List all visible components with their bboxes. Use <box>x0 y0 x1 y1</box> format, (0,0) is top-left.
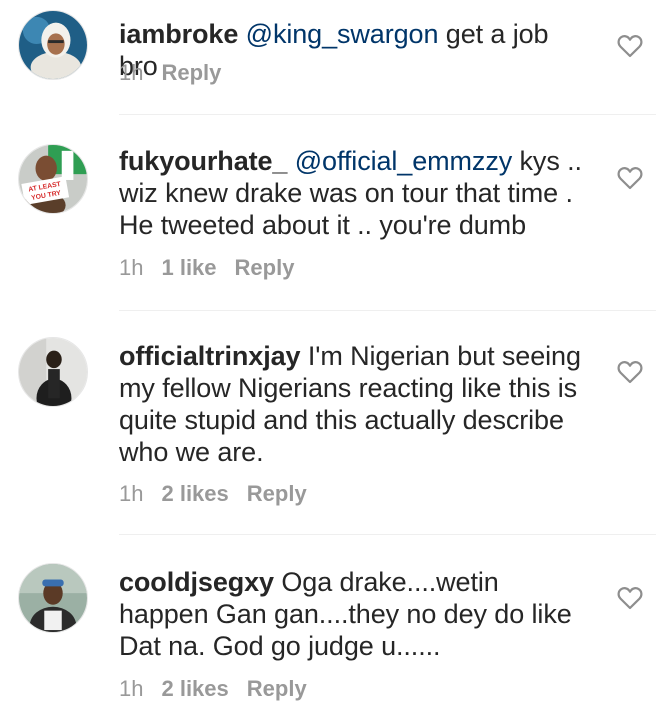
avatar-white-hoodie-icon <box>19 11 87 79</box>
comment-meta: 1h 1 like Reply <box>119 255 294 281</box>
avatar[interactable]: AT LEAST YOU TRY <box>18 144 88 214</box>
comment-username[interactable]: iambroke <box>119 19 238 49</box>
comment-meta: 1h Reply <box>119 60 221 86</box>
comment-likes[interactable]: 2 likes <box>161 676 228 701</box>
divider <box>119 534 656 535</box>
comment-body: officialtrinxjay I'm Nigerian but seeing… <box>119 340 589 468</box>
divider <box>119 114 656 115</box>
comment-time: 1h <box>119 481 144 506</box>
reply-button[interactable]: Reply <box>235 255 295 280</box>
comment-time: 1h <box>119 676 144 701</box>
comments-list: iambroke @king_swargon get a job bro 1h R… <box>0 0 656 709</box>
like-heart-icon[interactable] <box>617 586 643 610</box>
reply-button[interactable]: Reply <box>247 676 307 701</box>
comment-username[interactable]: officialtrinxjay <box>119 341 301 371</box>
like-heart-icon[interactable] <box>617 166 643 190</box>
comment-likes[interactable]: 1 like <box>161 255 216 280</box>
comment-body: cooldjsegxy Oga drake....wetin happen Ga… <box>119 566 589 662</box>
reply-button[interactable]: Reply <box>247 481 307 506</box>
avatar[interactable] <box>18 337 88 407</box>
comment-body: fukyourhate_ @official_emmzzy kys .. wiz… <box>119 145 589 241</box>
divider <box>119 310 656 311</box>
avatar-sign-red-green-icon: AT LEAST YOU TRY <box>19 145 87 213</box>
avatar-man-dark-icon <box>19 338 87 406</box>
comment-meta: 1h 2 likes Reply <box>119 676 307 702</box>
comment-mention[interactable]: @king_swargon <box>246 19 439 49</box>
comment-time: 1h <box>119 255 144 280</box>
like-heart-icon[interactable] <box>617 360 643 384</box>
avatar[interactable] <box>18 10 88 80</box>
like-heart-icon[interactable] <box>617 34 643 58</box>
avatar-man-cap-icon <box>19 564 87 632</box>
comment-username[interactable]: fukyourhate_ <box>119 146 287 176</box>
comment-meta: 1h 2 likes Reply <box>119 481 307 507</box>
comment-time: 1h <box>119 60 144 85</box>
avatar[interactable] <box>18 563 88 633</box>
reply-button[interactable]: Reply <box>161 60 221 85</box>
comment-likes[interactable]: 2 likes <box>161 481 228 506</box>
comment-username[interactable]: cooldjsegxy <box>119 567 274 597</box>
comment-mention[interactable]: @official_emmzzy <box>295 146 512 176</box>
